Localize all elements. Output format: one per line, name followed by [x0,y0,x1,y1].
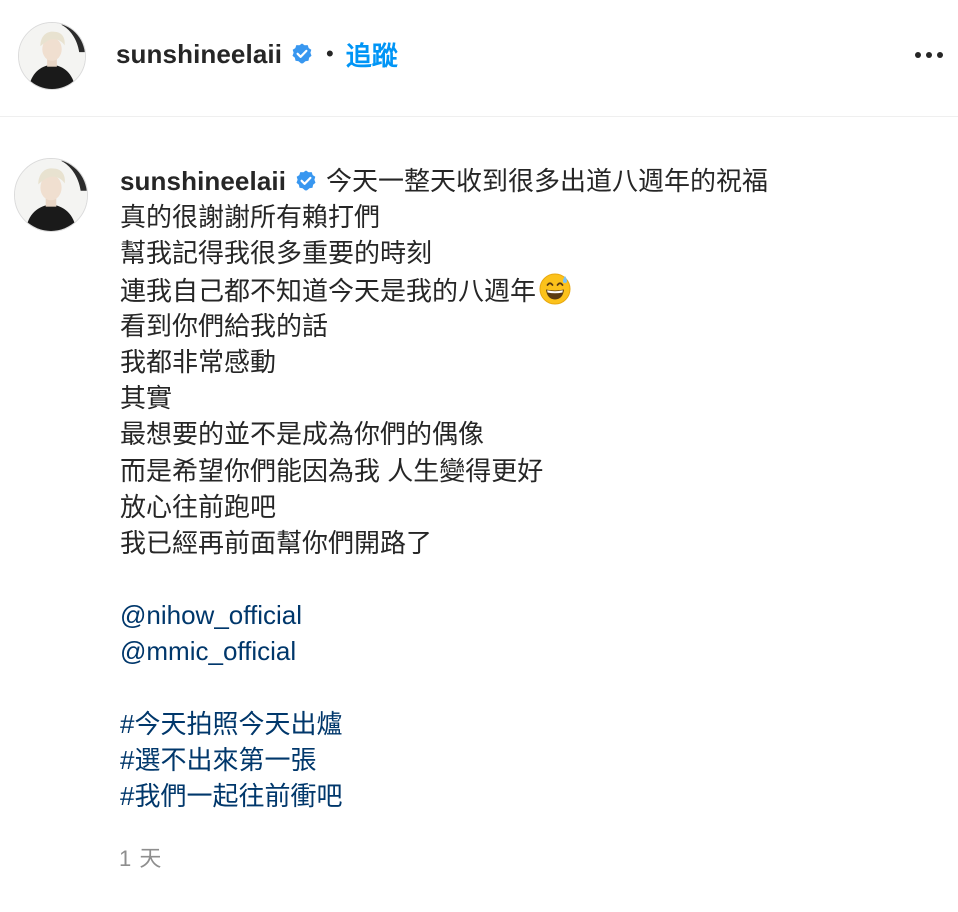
hashtag-link[interactable]: #今天拍照今天出爐 [120,706,940,742]
verified-badge-icon [294,169,318,193]
caption-avatar[interactable] [14,158,88,232]
caption-line: 幫我記得我很多重要的時刻 [120,238,433,269]
caption-line: 連我自己都不知道今天是我的八週年 [120,272,940,308]
profile-photo [19,23,85,89]
caption-text: 今天一整天收到很多出道八週年的祝福 [326,166,769,196]
grinning-sweat-emoji-icon [538,272,572,306]
caption-line: 其實 [120,383,173,414]
separator-dot: • [326,41,334,66]
mention-link[interactable]: @mmic_official [120,633,940,669]
caption-line: 放心往前跑吧 [120,491,277,522]
header-user-row: sunshineelaii • 追蹤 [116,36,398,72]
caption-line: 真的很謝謝所有賴打們 [120,202,381,233]
hashtag-link[interactable]: #我們一起往前衝吧 [120,778,940,814]
caption-username[interactable]: sunshineelaii [120,163,286,199]
more-options-icon[interactable] [914,45,944,65]
profile-photo [15,159,87,231]
caption-line: 看到你們給我的話 [120,310,329,341]
caption-line: 我已經再前面幫你們開路了 [120,527,433,558]
profile-avatar[interactable] [18,22,86,90]
caption-line: 而是希望你們能因為我 人生變得更好 [120,455,544,486]
follow-button[interactable]: 追蹤 [346,36,398,73]
caption-line: 最想要的並不是成為你們的偶像 [120,419,485,450]
caption-first-line: sunshineelaii 今天一整天收到很多出道八週年的祝福 [120,163,940,199]
caption-line-text: 連我自己都不知道今天是我的八週年 [120,275,537,306]
post-caption: sunshineelaii 今天一整天收到很多出道八週年的祝福 真的很謝謝所有賴… [120,163,940,814]
hashtag-link[interactable]: #選不出來第一張 [120,742,940,778]
verified-badge-icon [290,42,314,66]
post-header: sunshineelaii • 追蹤 [0,0,958,117]
caption-line: 我都非常感動 [120,346,277,377]
post-timestamp[interactable]: 1 天 [119,841,162,873]
mention-link[interactable]: @nihow_official [120,597,940,633]
header-username[interactable]: sunshineelaii [116,39,282,70]
